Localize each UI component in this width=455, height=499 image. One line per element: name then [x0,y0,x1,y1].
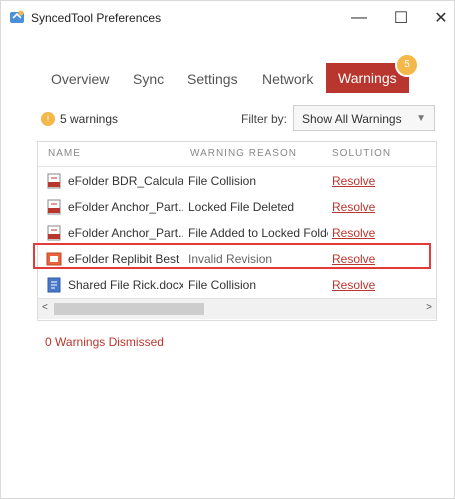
scrollbar-thumb[interactable] [54,303,204,315]
table-row-highlighted[interactable]: eFolder Replibit Best ... Invalid Revisi… [38,246,436,272]
pdf-icon [47,225,61,241]
table-row[interactable]: eFolder Anchor_Part... Locked File Delet… [38,194,436,220]
title-bar: SyncedTool Preferences — ☐ ✕ [1,1,454,35]
warning-reason: Locked File Deleted [188,200,295,214]
table-row[interactable]: Shared File Rick.docx File Collision Res… [38,272,436,298]
filter-dropdown[interactable]: Show All Warnings ▼ [293,105,435,131]
close-button[interactable]: ✕ [423,5,455,31]
warnings-count-badge: 5 [395,53,419,77]
minimize-icon: — [351,9,367,26]
minimize-button[interactable]: — [341,5,377,31]
warning-count: 5 warnings [60,112,119,126]
preferences-window: SyncedTool Preferences — ☐ ✕ Overview Sy… [0,0,455,499]
resolve-link[interactable]: Resolve [332,200,375,214]
maximize-button[interactable]: ☐ [383,5,419,31]
file-name: eFolder BDR_Calcula... [68,174,183,188]
scroll-right-icon[interactable]: > [426,302,432,313]
table-header: NAME WARNING REASON SOLUTION [38,142,436,167]
warning-reason: File Collision [188,174,257,188]
file-name: eFolder Replibit Best ... [68,252,183,266]
warning-reason: File Collision [188,278,257,292]
resolve-link[interactable]: Resolve [332,174,375,188]
resolve-link[interactable]: Resolve [332,226,375,240]
maximize-icon: ☐ [393,10,409,27]
column-header-reason[interactable]: WARNING REASON [190,148,297,159]
table-row[interactable]: eFolder BDR_Calcula... File Collision Re… [38,168,436,194]
filter-value: Show All Warnings [302,112,402,126]
doc-icon [47,277,61,293]
close-icon: ✕ [434,10,448,27]
window-title: SyncedTool Preferences [31,11,162,25]
app-logo-icon [10,10,24,23]
file-name: eFolder Anchor_Part... [68,226,183,240]
table-row[interactable]: eFolder Anchor_Part... File Added to Loc… [38,220,436,246]
warning-reason: File Added to Locked Folder [188,226,328,240]
presentation-icon [46,252,62,266]
warnings-table: NAME WARNING REASON SOLUTION eFolder BDR… [37,141,437,321]
tab-overview[interactable]: Overview [51,65,109,93]
file-name: eFolder Anchor_Part... [68,200,183,214]
file-name: Shared File Rick.docx [68,278,183,292]
dismissed-warnings-link[interactable]: 0 Warnings Dismissed [45,335,164,349]
pdf-icon [47,173,61,189]
column-header-name[interactable]: NAME [48,148,81,159]
horizontal-scrollbar[interactable]: < > [38,298,436,319]
chevron-down-icon: ▼ [416,113,426,124]
warning-reason: Invalid Revision [188,252,273,266]
column-header-solution[interactable]: SOLUTION [332,148,391,159]
tab-settings[interactable]: Settings [187,65,238,93]
pdf-icon [47,199,61,215]
filter-label: Filter by: [241,112,288,126]
resolve-link[interactable]: Resolve [332,252,375,266]
resolve-link[interactable]: Resolve [332,278,375,292]
scroll-left-icon[interactable]: < [42,302,48,313]
tab-network[interactable]: Network [262,65,313,93]
tab-sync[interactable]: Sync [133,65,164,93]
warning-icon: ! [41,112,55,126]
